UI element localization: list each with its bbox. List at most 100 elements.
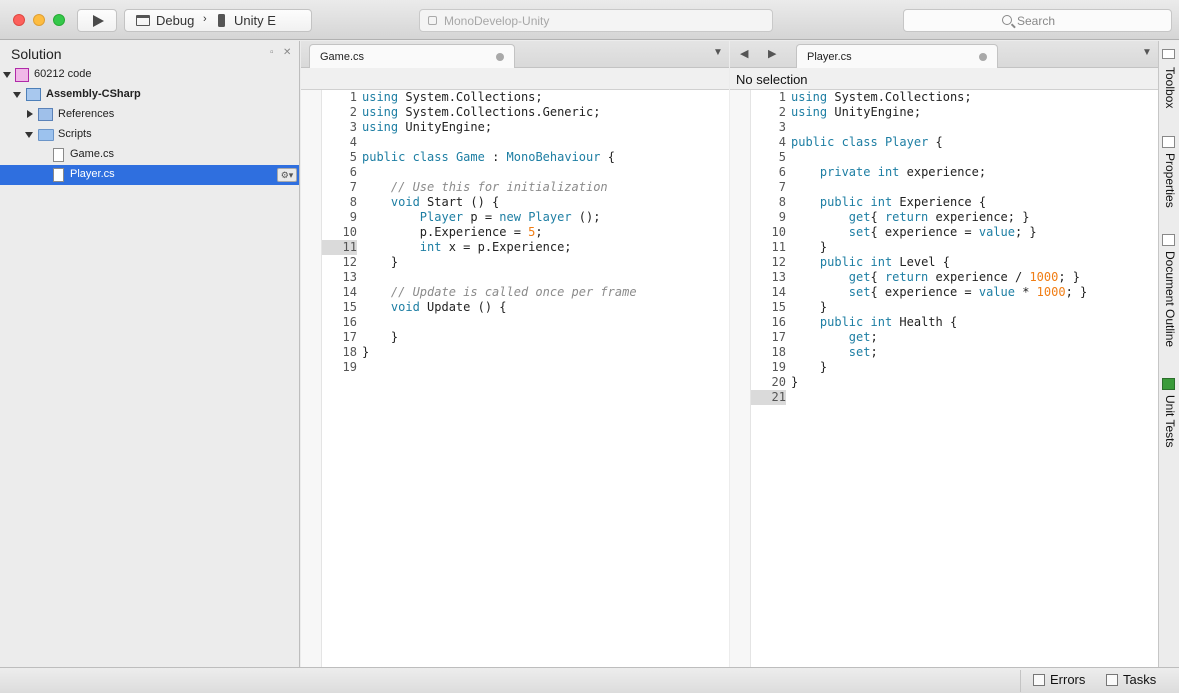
tree-item-solution[interactable]: 60212 code — [0, 65, 299, 85]
close-tab-icon[interactable] — [496, 53, 504, 61]
code-line: int x = p.Experience; — [419, 240, 572, 254]
tree-item-label: Assembly-CSharp — [46, 88, 141, 100]
warning-icon — [1033, 674, 1045, 686]
nav-back-icon[interactable]: ◀ — [740, 47, 748, 60]
status-display: MonoDevelop-Unity — [419, 9, 773, 32]
line-number-gutter: 1 2 3 4 5 6 7 8 9 10 11 12 13 14 15 16 1… — [751, 90, 786, 667]
document-outline-pad-tab[interactable]: Document Outline — [1159, 234, 1179, 364]
chevron-right-icon: › — [203, 13, 207, 25]
configuration-selector[interactable]: Debug › Unity E — [124, 9, 312, 32]
line-number-current: 21 — [751, 390, 786, 405]
code-line: get{ return experience / 1000; } — [848, 270, 1081, 284]
line-number: 5 — [778, 150, 786, 164]
unit-tests-icon — [1162, 378, 1175, 390]
chevron-down-icon[interactable]: ▼ — [1142, 47, 1152, 58]
tree-item-game-cs[interactable]: Game.cs — [0, 145, 299, 165]
search-icon — [1002, 15, 1012, 25]
line-number: 4 — [778, 135, 786, 149]
code-line: get{ return experience; } — [848, 210, 1030, 224]
line-number: 15 — [771, 300, 786, 314]
tab-game-cs[interactable]: Game.cs — [309, 44, 515, 68]
line-number: 1 — [778, 90, 786, 104]
fold-margin — [301, 90, 322, 667]
tree-item-label: Player.cs — [70, 168, 115, 180]
path-bar — [301, 68, 729, 90]
line-number: 6 — [778, 165, 786, 179]
window-toolbar: Debug › Unity E MonoDevelop-Unity — [0, 0, 1179, 40]
line-number: 8 — [349, 195, 357, 209]
search-box[interactable] — [903, 9, 1172, 32]
cs-file-icon — [53, 148, 64, 162]
code-editor[interactable]: 1 2 3 4 5 6 7 8 9 10 11 12 13 14 15 16 1… — [730, 90, 1158, 667]
line-number: 10 — [771, 225, 786, 239]
line-number: 9 — [778, 210, 786, 224]
line-number: 1 — [349, 90, 357, 104]
tree-item-scripts[interactable]: Scripts — [0, 125, 299, 145]
code-line: public class Player { — [791, 135, 943, 149]
code-line: using System.Collections.Generic; — [362, 105, 601, 119]
tree-item-label: 60212 code — [34, 68, 92, 80]
code-line: void Update () { — [390, 300, 507, 314]
line-number: 17 — [342, 330, 357, 344]
line-number: 14 — [771, 285, 786, 299]
code-line: set{ experience = value * 1000; } — [848, 285, 1088, 299]
errors-label: Errors — [1050, 672, 1086, 687]
line-number: 10 — [342, 225, 357, 239]
code-line: } — [362, 255, 399, 269]
line-number: 7 — [778, 180, 786, 194]
minimize-window-button[interactable] — [33, 14, 45, 26]
path-bar[interactable]: No selection — [730, 68, 1158, 90]
chevron-down-icon[interactable] — [13, 92, 21, 98]
chevron-down-icon[interactable] — [25, 132, 33, 138]
line-number-gutter: 1 2 3 4 5 6 7 8 9 10 11 12 13 14 15 16 1… — [322, 90, 357, 667]
errors-button[interactable]: Errors — [1033, 671, 1093, 690]
line-number: 16 — [771, 315, 786, 329]
configuration-label: Debug — [156, 13, 195, 28]
line-number: 18 — [342, 345, 357, 359]
tab-bar: Game.cs ▼ — [301, 41, 729, 68]
chevron-down-icon[interactable] — [3, 72, 11, 78]
tasks-button[interactable]: Tasks — [1106, 671, 1166, 690]
run-button[interactable] — [77, 9, 117, 32]
close-panel-icon[interactable]: ✕ — [283, 47, 291, 58]
properties-pad-tab[interactable]: Properties — [1159, 136, 1179, 216]
tab-bar: ◀ ▶ Player.cs ▼ — [730, 41, 1158, 68]
close-window-button[interactable] — [13, 14, 25, 26]
pad-tab-label: Toolbox — [1163, 67, 1177, 109]
dock-icon[interactable]: ▫ — [270, 47, 274, 58]
gear-icon[interactable]: ⚙▾ — [277, 168, 297, 182]
code-line: using System.Collections; — [362, 90, 543, 104]
unit-tests-pad-tab[interactable]: Unit Tests — [1159, 378, 1179, 458]
device-icon — [218, 14, 225, 27]
close-tab-icon[interactable] — [979, 53, 987, 61]
code-line: using UnityEngine; — [362, 120, 493, 134]
code-line: } — [362, 330, 399, 344]
line-number: 13 — [342, 270, 357, 284]
tree-item-references[interactable]: References — [0, 105, 299, 125]
tree-item-assembly[interactable]: Assembly-CSharp — [0, 85, 299, 105]
search-input[interactable] — [1017, 13, 1157, 28]
tree-item-label: Scripts — [58, 128, 92, 140]
zoom-window-button[interactable] — [53, 14, 65, 26]
tab-label: Player.cs — [807, 51, 852, 63]
editor-pane-left: Game.cs ▼ 1 2 3 4 5 6 7 8 9 10 11 12 13 … — [301, 41, 729, 667]
solution-panel-title: Solution — [11, 46, 62, 62]
tab-label: Game.cs — [320, 51, 365, 63]
nav-forward-icon[interactable]: ▶ — [768, 47, 776, 60]
toolbox-icon — [1162, 49, 1175, 59]
project-icon — [26, 88, 41, 101]
code-line: Player p = new Player (); — [419, 210, 601, 224]
line-number: 17 — [771, 330, 786, 344]
tree-item-label: Game.cs — [70, 148, 115, 160]
solution-panel: Solution ▫ ✕ 60212 code Assembly-CSharp … — [0, 41, 300, 667]
line-number: 18 — [771, 345, 786, 359]
tab-player-cs[interactable]: Player.cs — [796, 44, 998, 68]
toolbox-pad-tab[interactable]: Toolbox — [1159, 47, 1179, 117]
chevron-right-icon[interactable] — [27, 110, 33, 118]
code-line: } — [791, 360, 828, 374]
code-editor[interactable]: 1 2 3 4 5 6 7 8 9 10 11 12 13 14 15 16 1… — [301, 90, 729, 667]
tree-item-player-cs[interactable]: Player.cs ⚙▾ — [0, 165, 299, 185]
code-line: using UnityEngine; — [791, 105, 922, 119]
chevron-down-icon[interactable]: ▼ — [713, 47, 723, 58]
cs-file-icon — [53, 168, 64, 182]
